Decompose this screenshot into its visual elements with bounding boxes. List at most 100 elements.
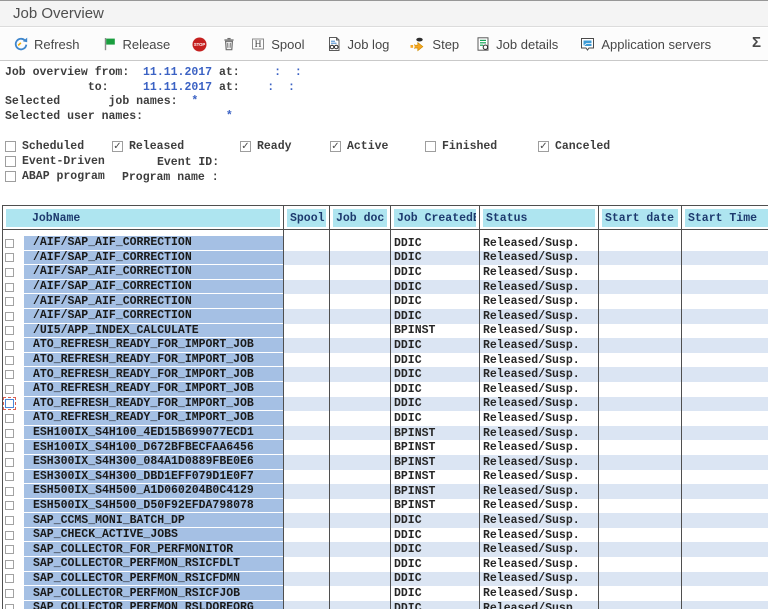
job-name-cell[interactable]: ATO_REFRESH_READY_FOR_IMPORT_JOB: [23, 381, 284, 397]
job-row[interactable]: ATO_REFRESH_READY_FOR_IMPORT_JOB DDIC Rele…: [3, 367, 768, 382]
filter-finished[interactable]: Finished: [425, 140, 497, 153]
job-name-cell[interactable]: ATO_REFRESH_READY_FOR_IMPORT_JOB: [23, 411, 284, 426]
abap-program-checkbox[interactable]: [5, 171, 16, 182]
job-name-cell[interactable]: ESH100IX_S4H100_4ED15B699077ECD1: [23, 425, 284, 441]
event-driven-checkbox[interactable]: [5, 156, 16, 167]
job-row[interactable]: /AIF/SAP_AIF_CORRECTION DDIC Released/Susp…: [3, 265, 768, 280]
job-row[interactable]: /UI5/APP_INDEX_CALCULATE BPINST Released/S…: [3, 323, 768, 339]
job-name-cell[interactable]: /UI5/APP_INDEX_CALCULATE: [23, 323, 284, 339]
job-row[interactable]: SAP_COLLECTOR_PERFMON_RSICFDMN DDIC Releas…: [3, 571, 768, 587]
row-checkbox[interactable]: [5, 516, 14, 526]
row-checkbox[interactable]: [5, 326, 14, 336]
row-checkbox[interactable]: [5, 457, 14, 467]
filter-active[interactable]: ✓ Active: [330, 140, 388, 153]
row-checkbox[interactable]: [5, 384, 14, 394]
application-servers-button[interactable]: Application servers: [579, 36, 711, 52]
row-checkbox[interactable]: [5, 413, 14, 423]
filter-canceled[interactable]: ✓ Canceled: [538, 140, 610, 153]
job-row[interactable]: ATO_REFRESH_READY_FOR_IMPORT_JOB DDIC Rele…: [3, 352, 768, 368]
row-checkbox[interactable]: [5, 428, 14, 438]
release-button[interactable]: Release: [102, 36, 170, 52]
filter-ready[interactable]: ✓ Ready: [240, 140, 292, 153]
job-name-cell[interactable]: /AIF/SAP_AIF_CORRECTION: [23, 308, 284, 324]
job-name-cell[interactable]: ESH300IX_S4H300_DBD1EFF079D1E0F7: [23, 469, 284, 485]
step-button[interactable]: Step: [409, 36, 459, 52]
job-name-cell[interactable]: SAP_COLLECTOR_PERFMON_RSICFDLT: [23, 557, 284, 572]
job-name-cell[interactable]: ATO_REFRESH_READY_FOR_IMPORT_JOB: [23, 396, 284, 412]
row-checkbox[interactable]: [5, 530, 14, 540]
job-row[interactable]: SAP_COLLECTOR_PERFMON_RSLDOREORG DDIC Rele…: [3, 600, 768, 609]
job-name-cell[interactable]: /AIF/SAP_AIF_CORRECTION: [23, 250, 284, 266]
row-checkbox[interactable]: [5, 545, 14, 555]
job-row[interactable]: /AIF/SAP_AIF_CORRECTION DDIC Released/Susp…: [3, 250, 768, 266]
job-row[interactable]: /AIF/SAP_AIF_CORRECTION DDIC Released/Susp…: [3, 308, 768, 324]
job-name-cell[interactable]: SAP_COLLECTOR_PERFMON_RSICFJOB: [23, 586, 284, 601]
job-row[interactable]: ATO_REFRESH_READY_FOR_IMPORT_JOB DDIC Rele…: [3, 411, 768, 426]
row-checkbox[interactable]: [5, 443, 14, 453]
job-row[interactable]: /AIF/SAP_AIF_CORRECTION DDIC Released/Susp…: [3, 236, 768, 251]
active-checkbox[interactable]: ✓: [330, 141, 341, 152]
row-checkbox[interactable]: [5, 238, 14, 248]
row-checkbox[interactable]: [5, 282, 14, 292]
row-checkbox[interactable]: [5, 311, 14, 321]
job-row[interactable]: SAP_COLLECTOR_PERFMON_RSICFJOB DDIC Releas…: [3, 586, 768, 601]
job-name-cell[interactable]: SAP_COLLECTOR_PERFMON_RSLDOREORG: [23, 600, 284, 609]
row-checkbox[interactable]: [5, 486, 14, 496]
ready-checkbox[interactable]: ✓: [240, 141, 251, 152]
row-checkbox[interactable]: [5, 472, 14, 482]
job-row[interactable]: ATO_REFRESH_READY_FOR_IMPORT_JOB DDIC Rele…: [3, 381, 768, 397]
row-checkbox[interactable]: [5, 253, 14, 263]
row-checkbox[interactable]: [3, 397, 16, 411]
row-checkbox[interactable]: [5, 370, 14, 380]
job-name-cell[interactable]: SAP_COLLECTOR_FOR_PERFMONITOR: [23, 542, 284, 558]
job-row[interactable]: ATO_REFRESH_READY_FOR_IMPORT_JOB DDIC Rele…: [3, 396, 768, 412]
row-checkbox[interactable]: [5, 603, 14, 609]
finished-checkbox[interactable]: [425, 141, 436, 152]
row-checkbox[interactable]: [5, 559, 14, 569]
row-checkbox[interactable]: [5, 267, 14, 277]
row-checkbox[interactable]: [5, 589, 14, 599]
job-name-cell[interactable]: SAP_CHECK_ACTIVE_JOBS: [23, 527, 284, 543]
row-checkbox[interactable]: [5, 297, 14, 307]
scheduled-checkbox[interactable]: [5, 141, 16, 152]
job-log-button[interactable]: Job log: [326, 36, 389, 52]
job-row[interactable]: ESH500IX_S4H500_D50F92EFDA798078 BPINST Re…: [3, 498, 768, 514]
job-row[interactable]: ESH300IX_S4H300_DBD1EFF079D1E0F7 BPINST Re…: [3, 469, 768, 485]
column-header-job-doc[interactable]: Job doc: [330, 206, 391, 229]
job-row[interactable]: ATO_REFRESH_READY_FOR_IMPORT_JOB DDIC Rele…: [3, 338, 768, 353]
job-name-cell[interactable]: SAP_COLLECTOR_PERFMON_RSICFDMN: [23, 571, 284, 587]
row-checkbox[interactable]: [5, 501, 14, 511]
job-name-cell[interactable]: ESH300IX_S4H300_084A1D0889FBE0E6: [23, 454, 284, 470]
filter-abap-program[interactable]: ABAP program: [5, 170, 105, 183]
column-header-start-time[interactable]: Start Time: [682, 206, 768, 229]
stop-button[interactable]: STOP: [191, 36, 208, 53]
sum-icon[interactable]: Σ: [752, 34, 761, 51]
job-row[interactable]: SAP_CCMS_MONI_BATCH_DP DDIC Released/Susp.: [3, 513, 768, 528]
column-header-status[interactable]: Status: [480, 206, 599, 229]
job-row[interactable]: SAP_CHECK_ACTIVE_JOBS DDIC Released/Susp.: [3, 527, 768, 543]
row-checkbox[interactable]: [5, 340, 14, 350]
refresh-button[interactable]: Refresh: [13, 36, 80, 52]
column-header-jobname[interactable]: JobName: [3, 206, 284, 229]
column-header-start-date[interactable]: Start date: [599, 206, 682, 229]
job-row[interactable]: ESH300IX_S4H300_084A1D0889FBE0E6 BPINST Re…: [3, 454, 768, 470]
job-name-cell[interactable]: SAP_CCMS_MONI_BATCH_DP: [23, 513, 284, 528]
job-name-cell[interactable]: ESH500IX_S4H500_D50F92EFDA798078: [23, 498, 284, 514]
job-row[interactable]: ESH500IX_S4H500_A1D060204B0C4129 BPINST Re…: [3, 484, 768, 499]
row-checkbox[interactable]: [5, 355, 14, 365]
job-row[interactable]: /AIF/SAP_AIF_CORRECTION DDIC Released/Susp…: [3, 294, 768, 309]
job-row[interactable]: SAP_COLLECTOR_FOR_PERFMONITOR DDIC Release…: [3, 542, 768, 558]
job-details-button[interactable]: Job details: [475, 36, 558, 52]
job-row[interactable]: SAP_COLLECTOR_PERFMON_RSICFDLT DDIC Releas…: [3, 557, 768, 572]
filter-scheduled[interactable]: Scheduled: [5, 140, 84, 153]
job-name-cell[interactable]: ATO_REFRESH_READY_FOR_IMPORT_JOB: [23, 367, 284, 382]
job-name-cell[interactable]: /AIF/SAP_AIF_CORRECTION: [23, 294, 284, 309]
column-header-job-createdb[interactable]: Job CreatedB: [391, 206, 480, 229]
job-name-cell[interactable]: ATO_REFRESH_READY_FOR_IMPORT_JOB: [23, 338, 284, 353]
filter-released[interactable]: ✓ Released: [112, 140, 184, 153]
job-name-cell[interactable]: ESH100IX_S4H100_D672BFBECFAA6456: [23, 440, 284, 455]
spool-button[interactable]: H Spool: [250, 36, 304, 52]
job-name-cell[interactable]: /AIF/SAP_AIF_CORRECTION: [23, 279, 284, 295]
filter-event-driven[interactable]: Event-Driven: [5, 155, 105, 168]
job-name-cell[interactable]: /AIF/SAP_AIF_CORRECTION: [23, 236, 284, 251]
